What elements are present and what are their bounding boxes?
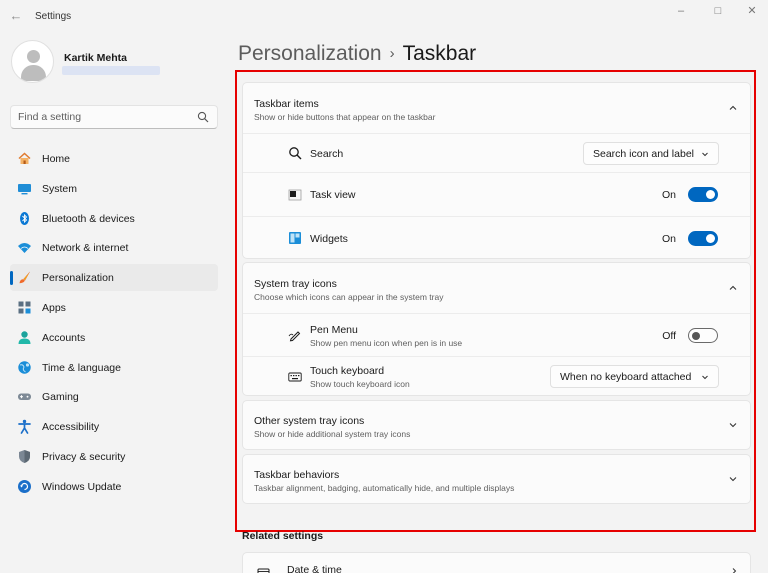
avatar-head-shape xyxy=(27,50,40,63)
page-title: Taskbar xyxy=(402,42,477,65)
sidebar-item-accessibility[interactable]: Accessibility xyxy=(10,413,218,440)
search-icon[interactable] xyxy=(197,111,209,123)
system-icon xyxy=(18,183,31,195)
sidebar-item-gaming[interactable]: Gaming xyxy=(10,383,218,410)
gamepad-icon xyxy=(18,393,31,401)
accounts-icon xyxy=(18,331,31,344)
sidebar-item-personalization[interactable]: Personalization xyxy=(10,264,218,292)
sidebar-item-label: Time & language xyxy=(42,361,121,374)
minimize-button[interactable]: – xyxy=(670,4,692,18)
related-settings-title: Related settings xyxy=(242,530,324,542)
calendar-clock-icon xyxy=(257,568,270,573)
profile-name: Kartik Mehta xyxy=(64,52,128,64)
chevron-right-icon xyxy=(732,568,737,573)
sidebar-item-label: Network & internet xyxy=(42,242,129,255)
sidebar-item-label: Windows Update xyxy=(42,480,122,493)
sidebar-item-privacy-security[interactable]: Privacy & security xyxy=(10,443,218,470)
profile-email-redacted xyxy=(62,66,160,75)
sidebar-item-windows-update[interactable]: Windows Update xyxy=(10,473,218,500)
date-time-link[interactable]: Date & time xyxy=(242,552,751,573)
wifi-icon xyxy=(18,243,31,254)
sidebar-item-label: Bluetooth & devices xyxy=(42,212,135,225)
breadcrumb-separator: › xyxy=(389,45,395,62)
search-input[interactable] xyxy=(18,111,188,123)
sidebar-item-label: Apps xyxy=(42,301,66,314)
search-box[interactable] xyxy=(10,105,218,129)
sidebar-item-label: Privacy & security xyxy=(42,450,126,463)
sidebar-item-label: Gaming xyxy=(42,391,79,404)
sidebar-item-label: System xyxy=(42,182,78,195)
breadcrumb: Personalization › Taskbar xyxy=(238,42,476,66)
app-title: Settings xyxy=(35,11,72,22)
sidebar-item-system[interactable]: System xyxy=(10,175,218,202)
date-time-label: Date & time xyxy=(287,564,342,573)
update-icon xyxy=(18,479,31,493)
bluetooth-icon xyxy=(20,211,29,225)
sidebar-item-time-language[interactable]: Time & language xyxy=(10,354,218,381)
avatar[interactable] xyxy=(11,40,54,83)
home-icon xyxy=(18,152,31,164)
sidebar-item-network[interactable]: Network & internet xyxy=(10,234,218,261)
globe-icon xyxy=(18,360,31,374)
title-bar: ← Settings – □ ✕ xyxy=(0,0,768,34)
sidebar-item-label: Home xyxy=(42,153,71,165)
sidebar-nav: Home System Bluetooth & devices Network … xyxy=(10,145,218,503)
accessibility-icon xyxy=(18,419,31,435)
sidebar-item-label: Personalization xyxy=(42,272,114,285)
close-button[interactable]: ✕ xyxy=(741,4,763,18)
sidebar-item-accounts[interactable]: Accounts xyxy=(10,324,218,351)
maximize-button[interactable]: □ xyxy=(707,4,729,18)
sidebar-item-home[interactable]: Home xyxy=(10,145,218,172)
back-button[interactable]: ← xyxy=(8,8,24,24)
breadcrumb-parent[interactable]: Personalization xyxy=(238,42,382,65)
highlight-rectangle xyxy=(235,70,756,532)
apps-icon xyxy=(18,301,31,314)
avatar-body-shape xyxy=(21,65,46,81)
sidebar-item-bluetooth[interactable]: Bluetooth & devices xyxy=(10,205,218,232)
brush-icon xyxy=(19,271,30,284)
sidebar-item-apps[interactable]: Apps xyxy=(10,294,218,321)
shield-icon xyxy=(19,449,30,463)
sidebar-item-label: Accessibility xyxy=(42,421,100,434)
sidebar-item-label: Accounts xyxy=(42,331,86,344)
